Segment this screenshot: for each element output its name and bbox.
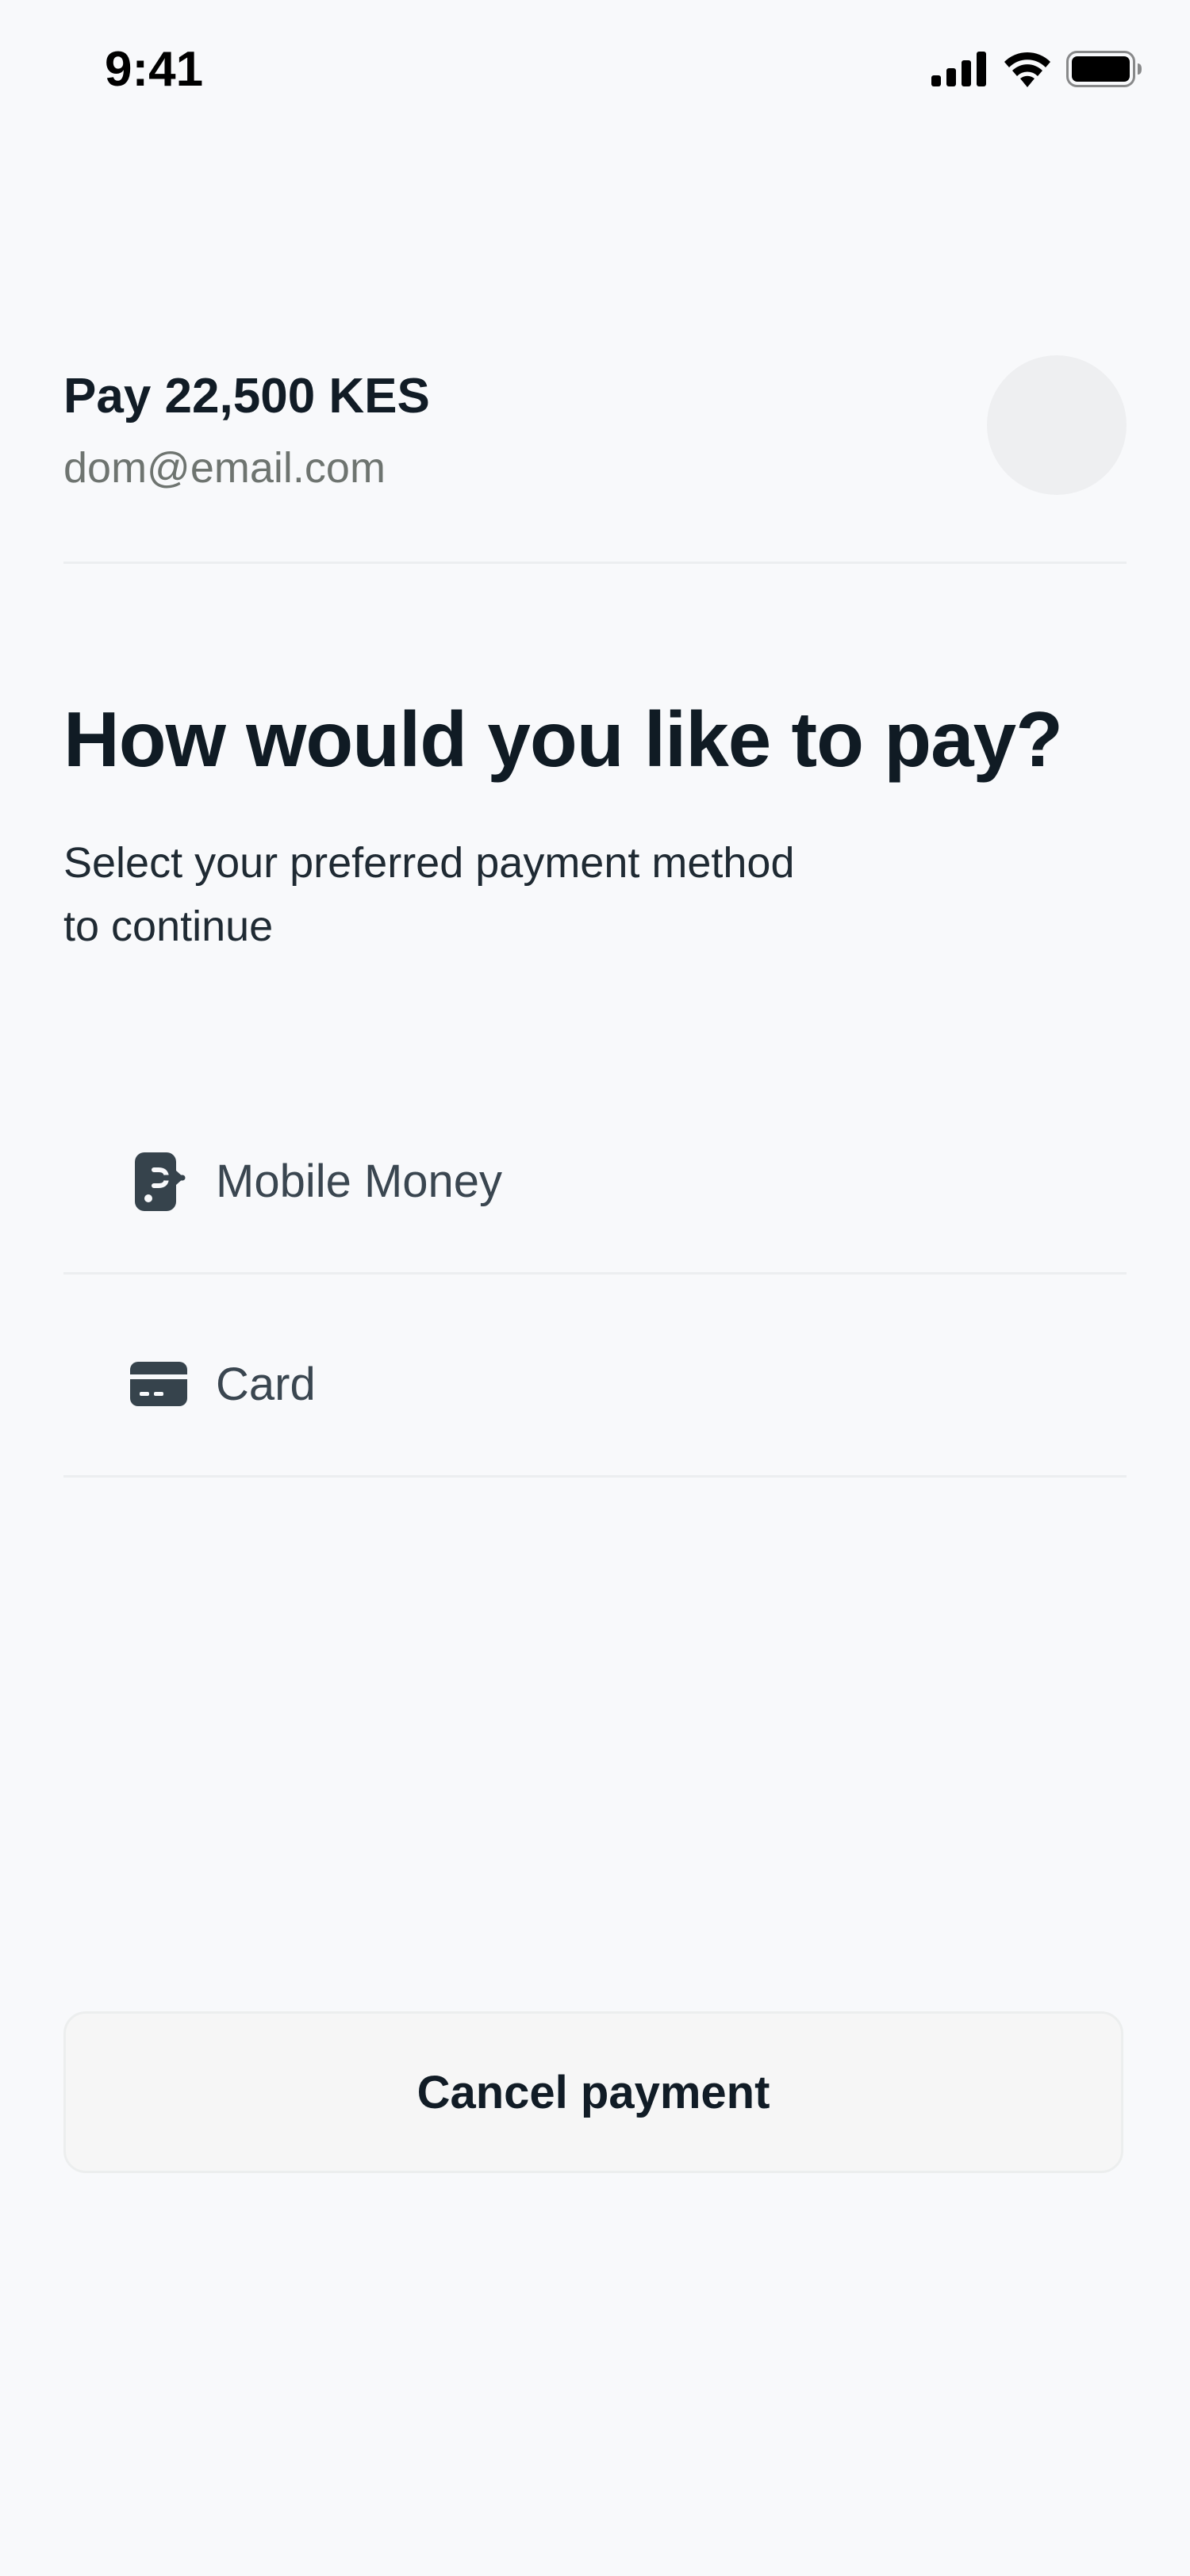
subtitle-line-1: Select your preferred payment method bbox=[63, 839, 795, 887]
pay-amount-title: Pay 22,500 KES bbox=[63, 369, 430, 424]
cancel-payment-button[interactable]: Cancel payment bbox=[63, 2011, 1123, 2173]
battery-icon bbox=[1066, 51, 1142, 91]
card-icon bbox=[127, 1352, 190, 1416]
payment-header: Pay 22,500 KES dom@email.com bbox=[63, 349, 1127, 493]
page-subtitle: Select your preferred payment method to … bbox=[63, 831, 936, 958]
option-divider bbox=[63, 1475, 1127, 1478]
status-time: 9:41 bbox=[105, 42, 204, 97]
page-title: How would you like to pay? bbox=[63, 696, 1063, 783]
mobile-money-icon bbox=[127, 1149, 190, 1213]
header-divider bbox=[63, 562, 1127, 564]
avatar bbox=[987, 355, 1127, 495]
subtitle-line-2: to continue bbox=[63, 903, 274, 950]
status-icons bbox=[931, 51, 1142, 91]
cellular-signal-icon bbox=[931, 52, 988, 90]
option-divider bbox=[63, 1272, 1127, 1275]
payment-option-card[interactable]: Card bbox=[63, 1283, 1127, 1485]
wifi-icon bbox=[1003, 51, 1052, 91]
status-bar: 9:41 bbox=[0, 0, 1190, 143]
payment-option-label: Card bbox=[216, 1358, 316, 1410]
payment-option-mobile-money[interactable]: Mobile Money bbox=[63, 1080, 1127, 1282]
payer-email: dom@email.com bbox=[63, 444, 386, 493]
payment-option-label: Mobile Money bbox=[216, 1155, 503, 1207]
